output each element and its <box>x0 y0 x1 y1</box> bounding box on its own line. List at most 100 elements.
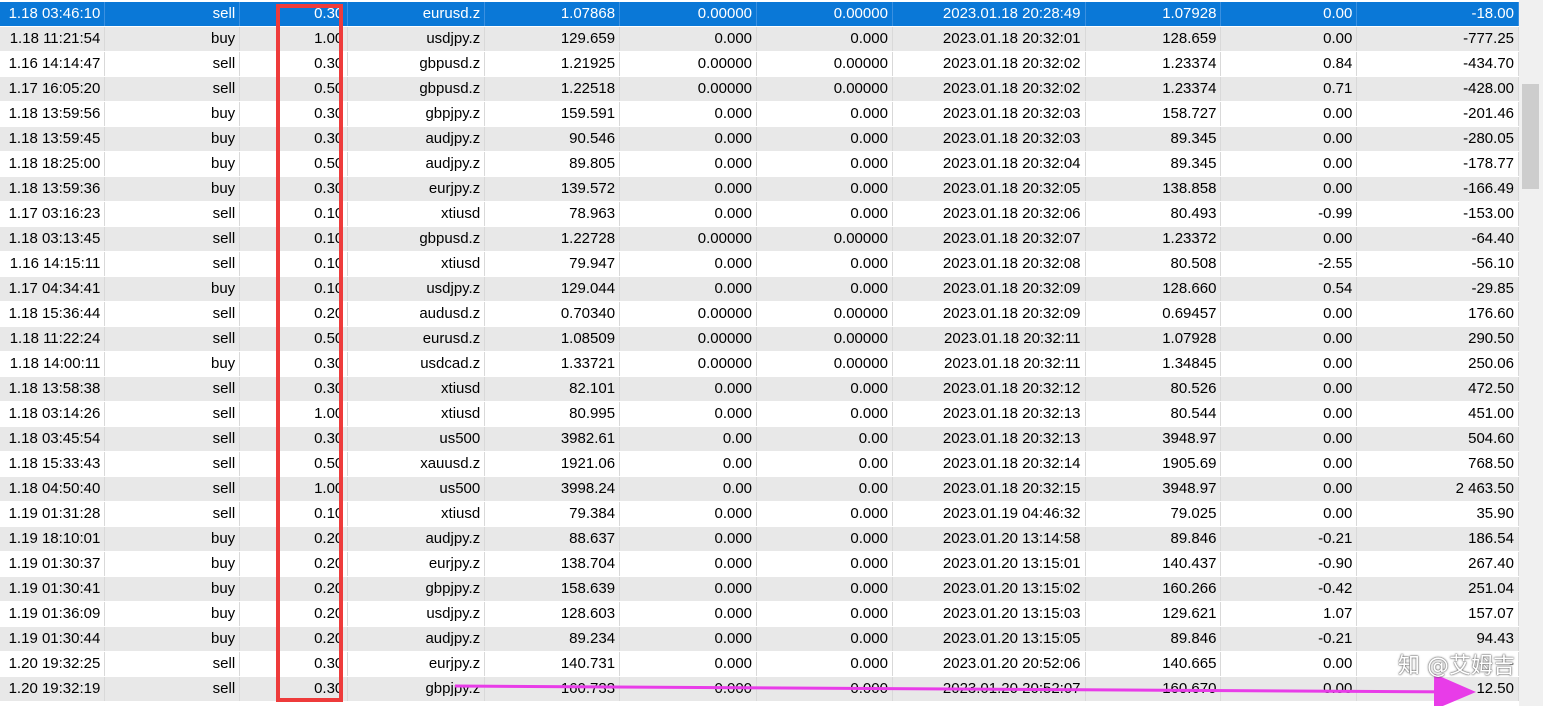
price-cell: 0.70340 <box>484 301 621 327</box>
close-time-cell: 2023.01.18 20:32:13 <box>892 426 1086 452</box>
table-row[interactable]: 1.20 19:32:19 sell 0.30 gbpjpy.z 160.733 0.00… <box>0 676 1519 702</box>
open-time-cell: 1.18 15:33:43 <box>0 451 106 477</box>
table-row[interactable]: 1.18 13:59:56 buy 0.30 gbpjpy.z 159.591 0.000… <box>0 101 1519 127</box>
table-row[interactable]: 1.19 01:30:37 buy 0.20 eurjpy.z 138.704 0.000… <box>0 551 1519 577</box>
swap-cell: 0.00 <box>1220 26 1358 52</box>
table-row[interactable]: 1.18 11:22:24 sell 0.50 eurusd.z 1.08509 0.00… <box>0 326 1519 352</box>
type-cell: sell <box>104 651 241 677</box>
swap-cell: 0.00 <box>1220 401 1358 427</box>
table-row[interactable]: 1.18 13:58:38 sell 0.30 xtiusd 82.101 0.000 0.… <box>0 376 1519 402</box>
price-cell: 1.07868 <box>484 2 621 27</box>
close-time-cell: 2023.01.20 20:52:06 <box>892 651 1086 677</box>
profit-cell: 267.40 <box>1356 551 1519 577</box>
symbol-cell: us500 <box>347 476 486 502</box>
table-row[interactable]: 1.18 15:33:43 sell 0.50 xauusd.z 1921.06 0.00… <box>0 451 1519 477</box>
swap-cell: -0.21 <box>1220 626 1358 652</box>
price-cell: 1.08509 <box>484 326 621 352</box>
close-price-cell: 140.437 <box>1085 551 1222 577</box>
close-price-cell: 1.23374 <box>1085 51 1222 77</box>
price-cell: 139.572 <box>484 176 621 202</box>
close-price-cell: 128.659 <box>1085 26 1222 52</box>
table-row[interactable]: 1.18 18:25:00 buy 0.50 audjpy.z 89.805 0.000 0… <box>0 151 1519 177</box>
swap-cell: 0.00 <box>1220 151 1358 177</box>
open-time-cell: 1.16 14:14:47 <box>0 51 106 77</box>
tp-cell: 0.00 <box>756 451 893 477</box>
table-row[interactable]: 1.19 01:36:09 buy 0.20 usdjpy.z 128.603 0.000… <box>0 601 1519 627</box>
price-cell: 88.637 <box>484 526 621 552</box>
symbol-cell: audjpy.z <box>347 151 486 177</box>
volume-cell: 0.20 <box>239 526 349 552</box>
table-row[interactable]: 1.19 01:31:28 sell 0.10 xtiusd 79.384 0.000 0.… <box>0 501 1519 527</box>
table-row[interactable]: 1.18 03:45:54 sell 0.30 us500 3982.61 0.00 0.0… <box>0 426 1519 452</box>
price-cell: 138.704 <box>484 551 621 577</box>
type-cell: buy <box>104 551 241 577</box>
type-cell: buy <box>104 626 241 652</box>
close-price-cell: 89.846 <box>1085 526 1222 552</box>
table-row[interactable]: 1.18 04:50:40 sell 1.00 us500 3998.24 0.00 0.0… <box>0 476 1519 502</box>
table-row[interactable]: 1.18 03:14:26 sell 1.00 xtiusd 80.995 0.000 0.… <box>0 401 1519 427</box>
type-cell: buy <box>104 576 241 602</box>
symbol-cell: gbpjpy.z <box>347 576 486 602</box>
profit-cell: 157.07 <box>1356 601 1519 627</box>
table-row[interactable]: 1.16 14:14:47 sell 0.30 gbpusd.z 1.21925 0.00… <box>0 51 1519 77</box>
table-row[interactable]: 1.17 04:34:41 buy 0.10 usdjpy.z 129.044 0.000… <box>0 276 1519 302</box>
table-row[interactable]: 1.18 14:00:11 buy 0.30 usdcad.z 1.33721 0.000… <box>0 351 1519 377</box>
price-cell: 3998.24 <box>484 476 621 502</box>
close-price-cell: 128.660 <box>1085 276 1222 302</box>
swap-cell: 0.00 <box>1220 2 1358 27</box>
close-price-cell: 138.858 <box>1085 176 1222 202</box>
scrollbar-thumb[interactable] <box>1522 84 1539 189</box>
volume-cell: 0.20 <box>239 576 349 602</box>
close-time-cell: 2023.01.18 20:32:09 <box>892 301 1086 327</box>
type-cell: sell <box>104 226 241 252</box>
table-row[interactable]: 1.19 01:30:41 buy 0.20 gbpjpy.z 158.639 0.000… <box>0 576 1519 602</box>
swap-cell: 0.84 <box>1220 51 1358 77</box>
close-price-cell: 3948.97 <box>1085 426 1222 452</box>
tp-cell: 0.000 <box>756 526 893 552</box>
table-row[interactable]: 1.17 16:05:20 sell 0.50 gbpusd.z 1.22518 0.00… <box>0 76 1519 102</box>
table-row[interactable]: 1.18 13:59:36 buy 0.30 eurjpy.z 139.572 0.000… <box>0 176 1519 202</box>
tp-cell: 0.000 <box>756 651 893 677</box>
table-row[interactable]: 1.17 03:16:23 sell 0.10 xtiusd 78.963 0.000 0.… <box>0 201 1519 227</box>
vertical-scrollbar[interactable] <box>1519 0 1543 706</box>
swap-cell: 0.00 <box>1220 451 1358 477</box>
close-time-cell: 2023.01.18 20:32:07 <box>892 226 1086 252</box>
table-row[interactable]: 1.19 01:30:44 buy 0.20 audjpy.z 89.234 0.000 0… <box>0 626 1519 652</box>
volume-cell: 0.20 <box>239 601 349 627</box>
sl-cell: 0.000 <box>619 26 758 52</box>
sl-cell: 0.000 <box>619 401 758 427</box>
symbol-cell: gbpusd.z <box>347 226 486 252</box>
close-price-cell: 160.266 <box>1085 576 1222 602</box>
table-row[interactable]: 1.16 14:15:11 sell 0.10 xtiusd 79.947 0.000 0.… <box>0 251 1519 277</box>
table-row[interactable]: 1.18 13:59:45 buy 0.30 audjpy.z 90.546 0.000 0… <box>0 126 1519 152</box>
symbol-cell: xtiusd <box>347 401 486 427</box>
type-cell: sell <box>104 401 241 427</box>
symbol-cell: audusd.z <box>347 301 486 327</box>
close-price-cell: 89.345 <box>1085 126 1222 152</box>
close-time-cell: 2023.01.19 04:46:32 <box>892 501 1086 527</box>
table-row[interactable]: 1.18 11:21:54 buy 1.00 usdjpy.z 129.659 0.000… <box>0 26 1519 52</box>
open-time-cell: 1.18 03:13:45 <box>0 226 106 252</box>
open-time-cell: 1.18 11:22:24 <box>0 326 106 352</box>
close-price-cell: 80.508 <box>1085 251 1222 277</box>
type-cell: sell <box>104 376 241 402</box>
close-time-cell: 2023.01.18 20:32:01 <box>892 26 1086 52</box>
profit-cell: 186.54 <box>1356 526 1519 552</box>
table-row[interactable]: 1.20 19:32:25 sell 0.30 eurjpy.z 140.731 0.00… <box>0 651 1519 677</box>
table-row[interactable]: 1.19 18:10:01 buy 0.20 audjpy.z 88.637 0.000 0… <box>0 526 1519 552</box>
close-time-cell: 2023.01.18 20:32:15 <box>892 476 1086 502</box>
close-time-cell: 2023.01.18 20:32:02 <box>892 51 1086 77</box>
price-cell: 129.659 <box>484 26 621 52</box>
sl-cell: 0.000 <box>619 101 758 127</box>
profit-cell: -166.49 <box>1356 176 1519 202</box>
sl-cell: 0.000 <box>619 176 758 202</box>
sl-cell: 0.000 <box>619 501 758 527</box>
table-row[interactable]: 1.18 03:13:45 sell 0.10 gbpusd.z 1.22728 0.00… <box>0 226 1519 252</box>
price-cell: 160.733 <box>484 676 621 702</box>
volume-cell: 0.10 <box>239 501 349 527</box>
swap-cell: -0.42 <box>1220 576 1358 602</box>
table-row[interactable]: 1.18 03:46:10 sell 0.30 eurusd.z 1.07868 0.00… <box>0 2 1519 27</box>
open-time-cell: 1.18 13:58:38 <box>0 376 106 402</box>
table-row[interactable]: 1.18 15:36:44 sell 0.20 audusd.z 0.70340 0.00… <box>0 301 1519 327</box>
tp-cell: 0.000 <box>756 276 893 302</box>
